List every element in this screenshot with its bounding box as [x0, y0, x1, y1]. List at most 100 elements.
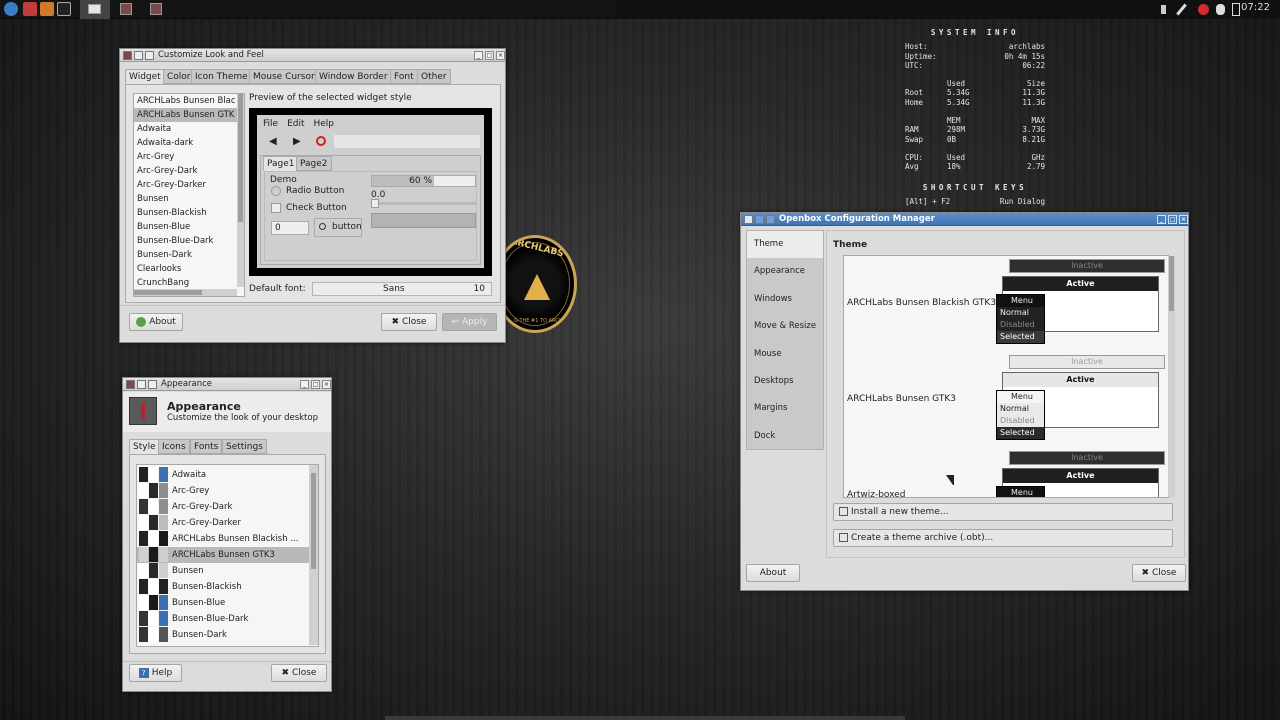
back-arrow-icon[interactable]: ◀ — [269, 136, 277, 147]
app-launcher-icon[interactable] — [4, 2, 18, 16]
title-bar[interactable]: Customize Look and Feel _ □ × — [120, 49, 505, 62]
openbox-theme-list[interactable]: ARCHLabs Bunsen Blackish GTK3 Inactive Act… — [843, 255, 1169, 498]
theme-list-item[interactable]: Clearlooks — [134, 262, 244, 276]
obconf-sidebar[interactable]: Theme Appearance Windows Move & Resize Mouse… — [746, 230, 824, 450]
preview-combo[interactable] — [371, 213, 476, 228]
theme-list-item[interactable]: Bunsen-Dark — [134, 248, 244, 262]
shade-icon[interactable] — [755, 215, 764, 224]
tab-other[interactable]: Other — [417, 69, 451, 84]
close-icon[interactable]: × — [322, 380, 331, 389]
check-button-label[interactable]: Check Button — [286, 203, 347, 213]
install-theme-button[interactable]: Install a new theme... — [833, 503, 1173, 521]
maximize-icon[interactable]: □ — [1168, 215, 1177, 224]
taskbar-item-obconf[interactable] — [142, 0, 172, 19]
tab-color[interactable]: Color — [163, 69, 195, 84]
scale-slider[interactable] — [371, 199, 476, 208]
tab-icons[interactable]: Icons — [158, 439, 190, 454]
theme-list-item[interactable]: Adwaita — [134, 122, 244, 136]
theme-list-item[interactable]: Arc-Grey-Darker — [134, 178, 244, 192]
bug-icon[interactable] — [1216, 4, 1225, 15]
terminal-icon[interactable] — [57, 2, 71, 16]
sidebar-item-theme[interactable]: Theme — [747, 231, 823, 259]
radio-icon[interactable] — [271, 186, 281, 196]
sidebar-item-move-resize[interactable]: Move & Resize — [747, 313, 823, 340]
shade-icon[interactable] — [137, 380, 146, 389]
tab-icon-theme[interactable]: Icon Theme — [191, 69, 252, 84]
close-button[interactable]: ✖ Close — [271, 664, 327, 682]
theme-list-item[interactable]: Bunsen-Blue — [134, 220, 244, 234]
about-button[interactable]: About — [129, 313, 183, 331]
red-settings-icon[interactable] — [1198, 4, 1209, 15]
style-list-item[interactable]: Bunsen — [137, 563, 318, 579]
minimize-icon[interactable]: _ — [474, 51, 483, 60]
sidebar-item-mouse[interactable]: Mouse — [747, 341, 823, 368]
tab-window-border[interactable]: Window Border — [315, 69, 392, 84]
radio-button-label[interactable]: Radio Button — [286, 186, 344, 196]
minimize-icon[interactable]: _ — [300, 380, 309, 389]
theme-list-item[interactable]: Arc-Grey — [134, 150, 244, 164]
shade-icon[interactable] — [134, 51, 143, 60]
menu-icon[interactable] — [145, 51, 154, 60]
theme-list-item[interactable]: Arc-Grey-Dark — [134, 164, 244, 178]
title-bar[interactable]: Openbox Configuration Manager _ □ × — [741, 213, 1188, 226]
sidebar-item-windows[interactable]: Windows — [747, 286, 823, 313]
style-list-item[interactable]: Bunsen-Blackish — [137, 579, 318, 595]
theme-list-item[interactable]: CrunchBang — [134, 276, 244, 290]
taskbar-item-lxappearance[interactable] — [80, 0, 110, 19]
theme-list-scrollbar[interactable] — [1168, 256, 1175, 497]
maximize-icon[interactable]: □ — [311, 380, 320, 389]
checkbox-icon[interactable] — [271, 203, 281, 213]
help-button[interactable]: ? Help — [129, 664, 182, 682]
tab-style[interactable]: Style — [129, 439, 160, 454]
sidebar-item-margins[interactable]: Margins — [747, 395, 823, 422]
close-button[interactable]: ✖ Close — [381, 313, 437, 331]
preview-menu-help[interactable]: Help — [314, 119, 335, 129]
theme-list-item[interactable]: Bunsen — [134, 192, 244, 206]
close-button[interactable]: ✖ Close — [1132, 564, 1186, 582]
forward-arrow-icon[interactable]: ▶ — [293, 136, 301, 147]
preview-tab-page1[interactable]: Page1 — [263, 156, 299, 171]
preview-menu-file[interactable]: File — [263, 119, 278, 129]
theme-list-item[interactable]: Bunsen-Blackish — [134, 206, 244, 220]
stop-icon[interactable] — [316, 136, 326, 146]
style-list-item[interactable]: Bunsen-Blue — [137, 595, 318, 611]
sidebar-item-dock[interactable]: Dock — [747, 423, 823, 450]
style-list-item[interactable]: Bunsen-Dark — [137, 627, 318, 643]
tab-mouse-cursor[interactable]: Mouse Cursor — [249, 69, 319, 84]
theme-list[interactable]: ARCHLabs Bunsen Blac ARCHLabs Bunsen GTK A… — [133, 93, 245, 297]
menu-icon[interactable] — [148, 380, 157, 389]
close-icon[interactable]: × — [1179, 215, 1188, 224]
spin-field[interactable]: 0 — [271, 221, 309, 235]
style-list[interactable]: Adwaita Arc-Grey Arc-Grey-Dark Arc-Grey-Dar… — [136, 464, 319, 647]
style-list-item[interactable]: Adwaita — [137, 467, 318, 483]
tab-font[interactable]: Font — [390, 69, 418, 84]
clock[interactable]: 07:22 — [1241, 2, 1270, 13]
style-list-item[interactable]: Bunsen-Blue-Dark — [137, 611, 318, 627]
maximize-icon[interactable]: □ — [485, 51, 494, 60]
style-list-item[interactable]: Arc-Grey — [137, 483, 318, 499]
menu-icon[interactable] — [766, 215, 775, 224]
sidebar-item-appearance[interactable]: Appearance — [747, 258, 823, 285]
openbox-theme-row[interactable]: ARCHLabs Bunsen Blackish GTK3 Inactive Act… — [844, 256, 1168, 352]
terminal-red-icon[interactable] — [23, 2, 37, 16]
style-list-item[interactable]: Arc-Grey-Darker — [137, 515, 318, 531]
minimize-icon[interactable]: _ — [1157, 215, 1166, 224]
preview-tab-page2[interactable]: Page2 — [296, 156, 332, 171]
style-list-scrollbar[interactable] — [309, 465, 318, 645]
openbox-theme-row[interactable]: ARCHLabs Bunsen GTK3 Inactive Active Menu No… — [844, 352, 1168, 448]
theme-list-item[interactable]: ARCHLabs Bunsen GTK — [134, 108, 244, 122]
close-icon[interactable]: × — [496, 51, 505, 60]
style-list-item[interactable]: ARCHLabs Bunsen GTK3 — [137, 547, 318, 563]
create-archive-button[interactable]: Create a theme archive (.obt)... — [833, 529, 1173, 547]
volume-icon[interactable] — [1161, 5, 1170, 14]
theme-list-hscrollbar[interactable] — [134, 289, 237, 296]
theme-list-item[interactable]: Adwaita-dark — [134, 136, 244, 150]
theme-list-scrollbar[interactable] — [237, 94, 244, 287]
apply-button[interactable]: ↩ Apply — [442, 313, 497, 331]
preview-entry[interactable] — [334, 135, 480, 148]
theme-list-item[interactable]: ARCHLabs Bunsen Blac — [134, 94, 244, 108]
battery-icon[interactable] — [1232, 3, 1240, 16]
tab-fonts[interactable]: Fonts — [190, 439, 223, 454]
tab-widget[interactable]: Widget — [125, 69, 165, 84]
font-chooser[interactable]: Sans 10 — [312, 282, 492, 296]
